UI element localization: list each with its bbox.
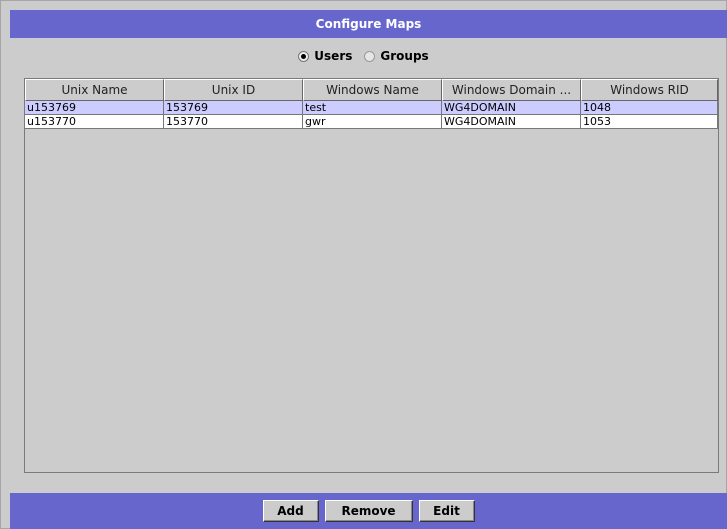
table-row[interactable]: u153770 153770 gwr WG4DOMAIN 1053 <box>25 115 718 129</box>
column-header-windows-rid[interactable]: Windows RID <box>581 79 718 101</box>
radio-unchecked-icon <box>364 50 376 62</box>
column-header-windows-name[interactable]: Windows Name <box>303 79 442 101</box>
cell-windows-rid: 1053 <box>581 115 718 129</box>
table-row[interactable]: u153769 153769 test WG4DOMAIN 1048 <box>25 101 718 115</box>
cell-unix-id: 153770 <box>164 115 303 129</box>
mode-radio-group: Users Groups <box>0 46 727 66</box>
cell-windows-name: gwr <box>303 115 442 129</box>
column-header-windows-domain[interactable]: Windows Domain ... <box>442 79 581 101</box>
button-bar: Add Remove Edit <box>10 493 727 529</box>
users-radio[interactable]: Users <box>298 49 352 63</box>
cell-unix-id: 153769 <box>164 101 303 115</box>
column-header-unix-id[interactable]: Unix ID <box>164 79 303 101</box>
edit-button[interactable]: Edit <box>418 500 475 522</box>
column-header-unix-name[interactable]: Unix Name <box>25 79 164 101</box>
remove-button[interactable]: Remove <box>324 500 413 522</box>
cell-windows-name: test <box>303 101 442 115</box>
radio-checked-icon <box>298 50 310 62</box>
table-header: Unix Name Unix ID Windows Name Windows D… <box>25 79 718 101</box>
cell-unix-name: u153769 <box>25 101 164 115</box>
groups-radio[interactable]: Groups <box>364 49 429 63</box>
cell-unix-name: u153770 <box>25 115 164 129</box>
add-button[interactable]: Add <box>262 500 319 522</box>
window-title: Configure Maps <box>10 10 727 38</box>
cell-windows-rid: 1048 <box>581 101 718 115</box>
maps-table: Unix Name Unix ID Windows Name Windows D… <box>24 78 719 473</box>
cell-windows-domain: WG4DOMAIN <box>442 101 581 115</box>
cell-windows-domain: WG4DOMAIN <box>442 115 581 129</box>
users-radio-label: Users <box>314 49 353 63</box>
groups-radio-label: Groups <box>380 49 429 63</box>
